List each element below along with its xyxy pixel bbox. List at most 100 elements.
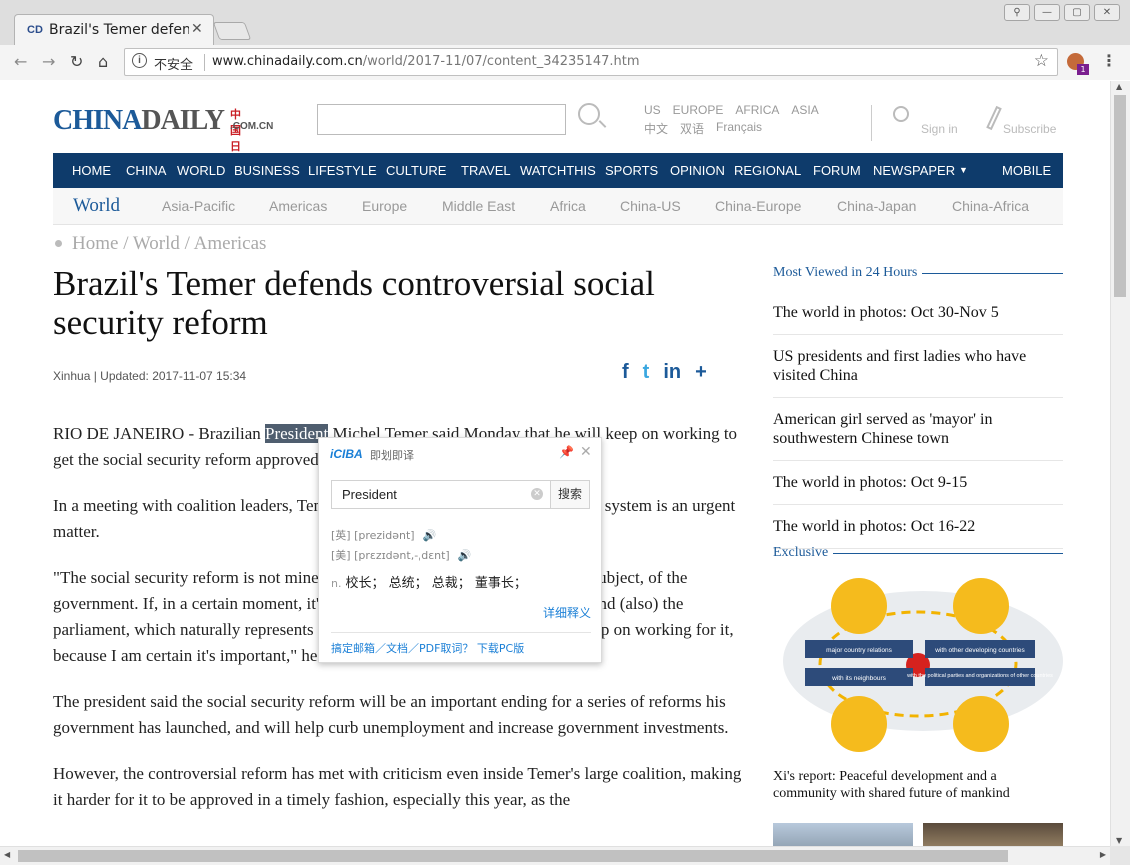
reload-icon[interactable]: ↻ bbox=[70, 52, 83, 71]
subnav-item-china-us[interactable]: China-US bbox=[620, 198, 681, 214]
infographic-label-4: with the political parties and organizat… bbox=[906, 673, 1053, 679]
search-icon[interactable] bbox=[578, 103, 600, 125]
definition: n. 校长； 总统； 总裁； 董事长； bbox=[331, 572, 527, 591]
thumbnail-2[interactable] bbox=[923, 823, 1063, 846]
nav-item-regional[interactable]: REGIONAL bbox=[734, 163, 801, 178]
edition-link[interactable]: 中文 bbox=[644, 120, 668, 137]
subnav-item-china-europe[interactable]: China-Europe bbox=[715, 198, 801, 214]
web-page: CHINADAILY 中国日报网 .COM.CN US EUROPE AFRICA A… bbox=[0, 81, 1110, 846]
nav-item-home[interactable]: HOME bbox=[72, 163, 111, 178]
edition-link[interactable]: US bbox=[644, 103, 661, 117]
pin-icon[interactable]: 📌 bbox=[559, 445, 574, 459]
subnav-item-americas[interactable]: Americas bbox=[269, 198, 327, 214]
clear-input-icon[interactable]: ✕ bbox=[531, 488, 543, 500]
speaker-icon[interactable]: 🔊 bbox=[458, 549, 472, 562]
h-scroll-thumb[interactable] bbox=[18, 850, 1008, 862]
browser-menu-icon[interactable]: ⋮ bbox=[1101, 51, 1117, 70]
scroll-thumb[interactable] bbox=[1114, 95, 1126, 297]
nav-item-forum[interactable]: FORUM bbox=[813, 163, 861, 178]
nav-item-travel[interactable]: TRAVEL bbox=[461, 163, 511, 178]
edition-link[interactable]: ASIA bbox=[791, 103, 818, 117]
subnav-item-china-africa[interactable]: China-Africa bbox=[952, 198, 1029, 214]
download-pc-link[interactable]: 搞定邮箱／文档／PDF取词？ 下载PC版 bbox=[331, 632, 591, 656]
most-viewed-item[interactable]: The world in photos: Oct 16-22 bbox=[773, 505, 1063, 549]
site-search-input[interactable] bbox=[317, 104, 566, 135]
user-icon bbox=[893, 106, 909, 122]
subnav-item-middle-east[interactable]: Middle East bbox=[442, 198, 515, 214]
edition-link[interactable]: 双语 bbox=[680, 120, 704, 137]
infographic-label-1: major country relations bbox=[826, 647, 892, 654]
edition-link[interactable]: Français bbox=[716, 120, 762, 137]
article-headline: Brazil's Temer defends controversial soc… bbox=[53, 264, 655, 342]
not-secure-label[interactable]: 不安全 bbox=[154, 54, 193, 73]
back-arrow-icon[interactable]: ← bbox=[14, 52, 27, 71]
exclusive-caption[interactable]: Xi's report: Peaceful development and a … bbox=[773, 768, 1063, 802]
scroll-right-icon[interactable]: ▶ bbox=[1100, 850, 1106, 859]
subnav-item-china-japan[interactable]: China-Japan bbox=[837, 198, 916, 214]
scroll-left-icon[interactable]: ◀ bbox=[4, 850, 10, 859]
thumbnail-1[interactable] bbox=[773, 823, 913, 846]
lookup-word-input[interactable]: President bbox=[331, 480, 551, 509]
subnav-item-europe[interactable]: Europe bbox=[362, 198, 407, 214]
tab-close-icon[interactable]: ✕ bbox=[191, 21, 203, 37]
breadcrumb-home[interactable]: Home bbox=[72, 233, 118, 254]
pen-icon bbox=[986, 105, 1002, 131]
chinadaily-logo[interactable]: CHINADAILY 中国日报网 .COM.CN bbox=[53, 105, 273, 185]
profile-icon[interactable]: ⚲ bbox=[1004, 4, 1030, 21]
exclusive-infographic[interactable]: major country relations with other devel… bbox=[773, 576, 1063, 761]
info-icon[interactable]: i bbox=[132, 53, 147, 68]
search-button[interactable]: 搜索 bbox=[550, 480, 590, 509]
nav-item-opinion[interactable]: OPINION bbox=[670, 163, 725, 178]
section-title[interactable]: World bbox=[73, 195, 120, 217]
logo-com: .COM.CN bbox=[230, 121, 274, 132]
logo-main: CHINA bbox=[53, 105, 142, 136]
bookmark-star-icon[interactable]: ☆ bbox=[1034, 51, 1049, 71]
nav-item-china[interactable]: CHINA bbox=[126, 163, 166, 178]
forward-arrow-icon[interactable]: → bbox=[42, 52, 55, 71]
nav-item-mobile[interactable]: MOBILE bbox=[1002, 163, 1051, 178]
horizontal-scrollbar[interactable]: ◀ ▶ bbox=[0, 846, 1110, 865]
new-tab-button[interactable] bbox=[212, 22, 252, 40]
twitter-icon[interactable]: t bbox=[643, 361, 650, 384]
phonetic-uk-text: [英] [prezidənt] bbox=[331, 529, 415, 542]
speaker-icon[interactable]: 🔊 bbox=[423, 529, 437, 542]
browser-tab[interactable]: CD Brazil's Temer defends controversial … bbox=[14, 14, 214, 46]
most-viewed-item[interactable]: US presidents and first ladies who have … bbox=[773, 335, 1063, 398]
subnav-item-africa[interactable]: Africa bbox=[550, 198, 586, 214]
more-detail-link[interactable]: 详细释义 bbox=[543, 604, 591, 621]
section-subnav: World Asia-Pacific Americas Europe Middle E… bbox=[53, 188, 1063, 225]
nav-item-world[interactable]: WORLD bbox=[177, 163, 225, 178]
nav-item-watchthis[interactable]: WATCHTHIS bbox=[520, 163, 596, 178]
vertical-scrollbar[interactable]: ▲ ▼ bbox=[1110, 81, 1130, 846]
maximize-button[interactable]: ▢ bbox=[1064, 4, 1090, 21]
close-popup-icon[interactable]: ✕ bbox=[580, 444, 592, 460]
most-viewed-item[interactable]: American girl served as 'mayor' in south… bbox=[773, 398, 1063, 461]
chevron-down-icon[interactable]: ▼ bbox=[959, 165, 968, 175]
nav-item-sports[interactable]: SPORTS bbox=[605, 163, 658, 178]
subnav-item-asia-pacific[interactable]: Asia-Pacific bbox=[162, 198, 235, 214]
minimize-button[interactable]: — bbox=[1034, 4, 1060, 21]
close-window-button[interactable]: ✕ bbox=[1094, 4, 1120, 21]
address-bar[interactable]: i 不安全 www.chinadaily.com.cn/world/2017-1… bbox=[124, 48, 1058, 76]
most-viewed-item[interactable]: The world in photos: Oct 30-Nov 5 bbox=[773, 291, 1063, 335]
tab-title: Brazil's Temer defends controversial soc… bbox=[49, 22, 189, 38]
breadcrumb-world[interactable]: World bbox=[133, 233, 180, 254]
more-share-icon[interactable]: + bbox=[695, 361, 707, 384]
infographic-label-2: with other developing countries bbox=[934, 647, 1025, 654]
nav-item-business[interactable]: BUSINESS bbox=[234, 163, 300, 178]
most-viewed-item[interactable]: The world in photos: Oct 9-15 bbox=[773, 461, 1063, 505]
linkedin-icon[interactable]: in bbox=[663, 361, 681, 384]
nav-item-culture[interactable]: CULTURE bbox=[386, 163, 446, 178]
breadcrumb-americas[interactable]: Americas bbox=[194, 233, 267, 254]
edition-link[interactable]: EUROPE bbox=[673, 103, 724, 117]
facebook-icon[interactable]: f bbox=[622, 361, 629, 384]
url-text[interactable]: www.chinadaily.com.cn/world/2017-11/07/c… bbox=[212, 54, 640, 69]
breadcrumb: Home / World / Americas bbox=[53, 233, 266, 255]
nav-item-lifestyle[interactable]: LIFESTYLE bbox=[308, 163, 377, 178]
scroll-up-icon[interactable]: ▲ bbox=[1116, 82, 1122, 91]
scroll-down-icon[interactable]: ▼ bbox=[1116, 836, 1122, 845]
home-icon[interactable]: ⌂ bbox=[98, 52, 108, 71]
edition-link[interactable]: AFRICA bbox=[735, 103, 779, 117]
nav-item-newspaper[interactable]: NEWSPAPER bbox=[873, 163, 955, 178]
exclusive-panel: Exclusive bbox=[773, 545, 1063, 561]
